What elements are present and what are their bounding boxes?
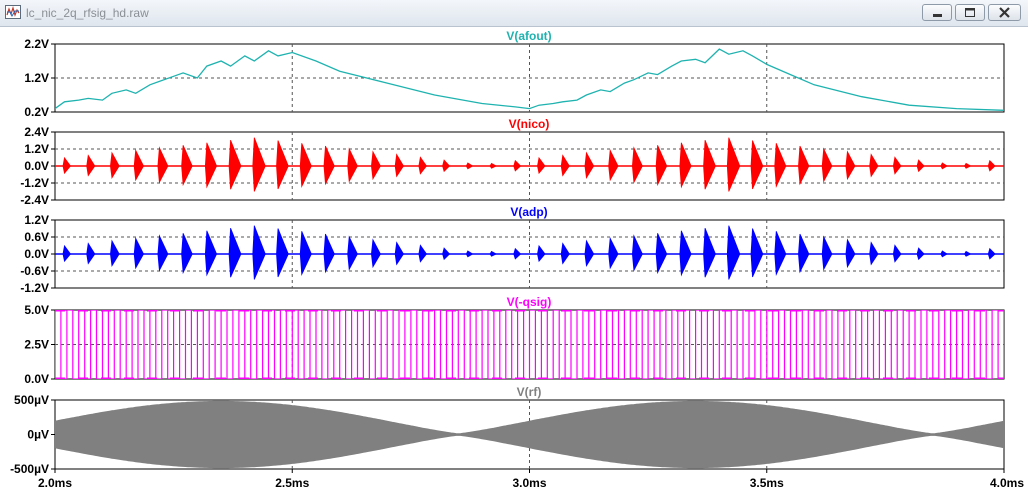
trace-title-afout: V(afout) <box>506 29 551 43</box>
trace-title-rf: V(rf) <box>517 385 542 399</box>
y-tick-label: 2.5V <box>24 338 49 352</box>
trace-qsig <box>55 310 1004 379</box>
minimize-icon <box>933 14 942 17</box>
pane-afout: 2.2V 1.2V 0.2V V(afout) <box>24 29 1005 119</box>
pane-qsig: 5.0V 2.5V 0.0V V(-qsig) <box>24 295 1005 386</box>
y-tick-label: -0.6V <box>20 264 49 278</box>
x-tick-label: 3.0ms <box>512 476 546 490</box>
y-tick-label: 0.0V <box>24 247 49 261</box>
plot-area[interactable]: 2.2V 1.2V 0.2V V(afout) 2.4V 1.2V 0.0V -1.2V -2.… <box>0 26 1028 501</box>
x-tick-label: 3.5ms <box>750 476 784 490</box>
y-tick-label: 0µV <box>27 428 49 442</box>
pane-adp: 1.2V 0.6V 0.0V -0.6V -1.2V V(adp) <box>20 205 1005 295</box>
maximize-button[interactable] <box>955 4 985 21</box>
pane-nico: 2.4V 1.2V 0.0V -1.2V -2.4V V(nico) <box>20 117 1005 207</box>
close-icon <box>999 7 1010 18</box>
y-tick-label: -500µV <box>10 462 49 476</box>
y-tick-label: 0.2V <box>24 105 49 119</box>
y-tick-label: 5.0V <box>24 303 49 317</box>
x-tick-label: 2.0ms <box>38 476 72 490</box>
y-tick-label: 1.2V <box>24 142 49 156</box>
trace-title-qsig: V(-qsig) <box>507 295 552 309</box>
maximize-icon <box>965 8 975 17</box>
pane-rf: 500µV 0µV -500µV V(rf) <box>10 385 1005 476</box>
y-tick-label: -2.4V <box>20 193 49 207</box>
qsig-square-wave <box>55 310 1004 379</box>
y-tick-label: 1.2V <box>24 71 49 85</box>
close-button[interactable] <box>988 4 1021 21</box>
minimize-button[interactable] <box>922 4 952 21</box>
y-tick-label: -1.2V <box>20 281 49 295</box>
title-bar[interactable]: lc_nic_2q_rfsig_hd.raw <box>0 0 1028 27</box>
y-tick-label: 500µV <box>14 393 49 407</box>
y-tick-label: 2.2V <box>24 37 49 51</box>
x-tick-label: 4.0ms <box>990 476 1024 490</box>
x-tick-label: 2.5ms <box>275 476 309 490</box>
y-tick-label: 2.4V <box>24 125 49 139</box>
y-tick-label: 0.6V <box>24 230 49 244</box>
y-tick-label: 0.0V <box>24 372 49 386</box>
window-title: lc_nic_2q_rfsig_hd.raw <box>26 6 149 20</box>
y-tick-label: 0.0V <box>24 159 49 173</box>
trace-title-adp: V(adp) <box>510 205 547 219</box>
y-tick-label: 1.2V <box>24 213 49 227</box>
waveform-app-icon <box>5 5 21 19</box>
waveform-viewer-window: lc_nic_2q_rfsig_hd.raw 2.2V 1.2V 0.2V V(afo… <box>0 0 1028 501</box>
trace-title-nico: V(nico) <box>509 117 550 131</box>
y-tick-label: -1.2V <box>20 176 49 190</box>
